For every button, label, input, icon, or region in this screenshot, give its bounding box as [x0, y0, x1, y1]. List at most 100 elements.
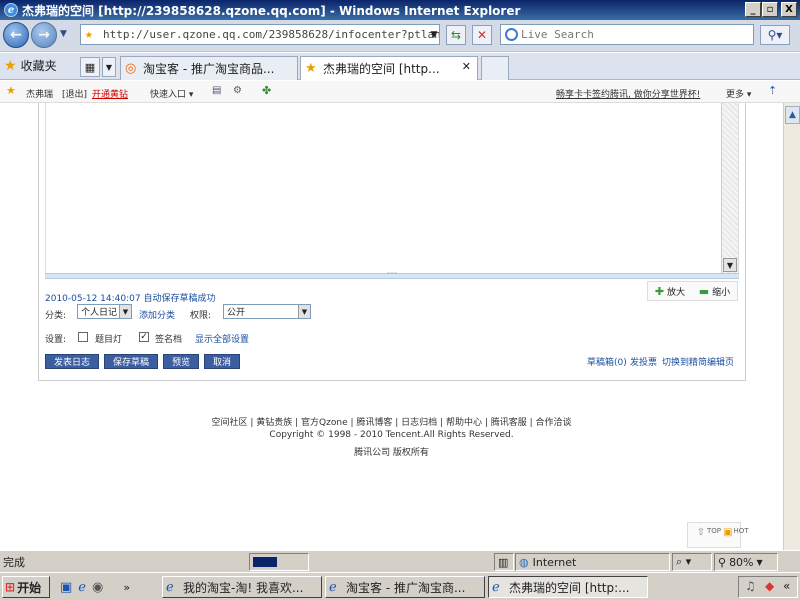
- zoom-in-button[interactable]: ✚ 放大: [655, 285, 685, 298]
- qzone-star-icon: ★: [6, 84, 16, 97]
- footer-links: 空间社区 | 黄钻贵族 | 官方Qzone | 腾讯博客 | 日志归档 | 帮助…: [211, 418, 572, 428]
- notepad-icon[interactable]: ▤: [212, 85, 221, 96]
- signature-checkbox[interactable]: ✓: [139, 332, 149, 342]
- show-all-settings-link[interactable]: 显示全部设置: [195, 332, 249, 345]
- editor-resize-handle[interactable]: ˅˅˅: [45, 273, 739, 280]
- ie-icon: ℯ: [329, 580, 337, 595]
- publish-button[interactable]: 发表日志: [45, 354, 99, 369]
- promo-link[interactable]: 畅享卡卡签约腾讯, 做你分享世界杯!: [556, 87, 700, 100]
- forward-button[interactable]: →: [31, 22, 57, 48]
- back-to-top-widget: ⇧ TOP ▣ HOT: [687, 522, 749, 548]
- maximize-button[interactable]: ▫: [762, 2, 778, 17]
- protected-mode-icon[interactable]: ⌕ ▾: [672, 553, 712, 571]
- scroll-up-button[interactable]: ▲: [785, 106, 800, 124]
- windows-logo-icon: ⊞: [5, 580, 16, 594]
- minimize-button[interactable]: _: [745, 2, 761, 17]
- app-icon[interactable]: ◉: [92, 580, 103, 595]
- volume-icon[interactable]: ♫: [745, 579, 756, 593]
- editor-scrollbar[interactable]: ▼: [721, 103, 738, 273]
- tab-list-button[interactable]: ▼: [102, 57, 116, 77]
- footer-link[interactable]: 黄钻贵族: [256, 418, 292, 428]
- footer-link[interactable]: 空间社区: [211, 418, 247, 428]
- refresh-icon: ⇆: [450, 28, 462, 42]
- qzone-user-name[interactable]: 杰弗瑞: [26, 87, 53, 100]
- save-draft-button[interactable]: 保存草稿: [104, 354, 158, 369]
- vote-link[interactable]: 发投票: [630, 355, 657, 368]
- add-category-link[interactable]: 添加分类: [139, 308, 175, 321]
- clover-icon[interactable]: ✤: [262, 84, 271, 97]
- permission-label: 权限:: [190, 311, 212, 321]
- footer-link[interactable]: 合作洽谈: [536, 418, 572, 428]
- start-button[interactable]: ⊞ 开始: [2, 576, 50, 598]
- title-light-checkbox[interactable]: [78, 332, 88, 342]
- back-button[interactable]: ←: [3, 22, 29, 48]
- start-label: 开始: [17, 580, 42, 595]
- quick-tabs-button[interactable]: ▦: [80, 57, 100, 77]
- zoom-icon: ⚲: [718, 555, 727, 569]
- logout-link[interactable]: [退出]: [62, 87, 87, 100]
- new-tab-button[interactable]: [481, 56, 509, 80]
- search-input[interactable]: Live Search: [500, 24, 754, 45]
- footer-link[interactable]: 腾讯博客: [356, 418, 392, 428]
- open-vip-link[interactable]: 开通黄钻: [92, 87, 128, 100]
- chevron-down-icon: ▼: [119, 305, 131, 318]
- address-input[interactable]: ★ http://user.qzone.qq.com/239858628/inf…: [80, 24, 440, 45]
- hot-label: HOT: [733, 527, 749, 535]
- tabs-toolbar: ★ 收藏夹 ▦ ▼ ◎ 淘宝客 - 推广淘宝商品... ★ 杰弗瑞的空间 [ht…: [0, 53, 800, 80]
- system-tray: ♫ ◆ «: [738, 576, 798, 598]
- tray-app-icon[interactable]: ◆: [765, 579, 774, 593]
- close-tab-icon[interactable]: ✕: [462, 60, 471, 73]
- address-dropdown-icon[interactable]: ▼: [424, 25, 444, 45]
- history-dropdown-icon[interactable]: ▼: [60, 29, 67, 39]
- permission-select[interactable]: 公开 ▼: [223, 304, 311, 319]
- more-dropdown[interactable]: 更多 ▾: [726, 87, 751, 100]
- taskbar-item-qzone[interactable]: ℯ 杰弗瑞的空间 [http:...: [488, 576, 648, 598]
- page-scrollbar[interactable]: ▲: [783, 103, 800, 550]
- editor-zoom-controls: ✚ 放大 ▬ 缩小: [647, 281, 738, 301]
- tab-taobaoke[interactable]: ◎ 淘宝客 - 推广淘宝商品...: [120, 56, 298, 80]
- quick-launch-more[interactable]: »: [123, 581, 130, 594]
- company-text: 腾讯公司 版权所有: [354, 448, 429, 458]
- zoom-in-label: 放大: [666, 287, 685, 298]
- window-title: 杰弗瑞的空间 [http://239858628.qzone.qq.com] -…: [22, 3, 521, 18]
- browser-status-bar: 完成 ▥ ◍ Internet ⌕ ▾ ⚲ 80% ▼: [0, 550, 800, 572]
- ie-icon: ℯ: [166, 580, 174, 595]
- search-button[interactable]: ⚲▾: [760, 25, 790, 45]
- quick-entry-dropdown[interactable]: 快速入口 ▾: [150, 87, 193, 100]
- tab-qzone[interactable]: ★ 杰弗瑞的空间 [http... ✕: [300, 56, 478, 80]
- back-arrow-icon: ←: [10, 27, 22, 43]
- status-text: 完成: [3, 556, 25, 569]
- blog-content-editor[interactable]: [45, 103, 739, 273]
- tray-expand-button[interactable]: «: [783, 579, 790, 593]
- cancel-button[interactable]: 取消: [204, 354, 240, 369]
- taskbar-item-taobao[interactable]: ℯ 我的淘宝-淘! 我喜欢...: [162, 576, 322, 598]
- category-value: 个人日记: [81, 308, 118, 318]
- desktop-icon[interactable]: ▣: [60, 580, 72, 595]
- signature-label: 签名档: [155, 335, 183, 345]
- taskbar-item-taobaoke[interactable]: ℯ 淘宝客 - 推广淘宝商...: [325, 576, 485, 598]
- favorites-label: 收藏夹: [20, 59, 57, 73]
- switch-editor-link[interactable]: 切换到精简编辑页: [662, 355, 734, 368]
- ie-icon[interactable]: ℯ: [78, 580, 86, 595]
- refresh-button[interactable]: ⇆: [446, 25, 466, 45]
- zoom-level-button[interactable]: ⚲ 80% ▼: [714, 553, 778, 571]
- taskbar-label: 杰弗瑞的空间 [http:...: [509, 580, 630, 595]
- footer-link[interactable]: 日志归档: [401, 418, 437, 428]
- footer-link[interactable]: 帮助中心: [446, 418, 482, 428]
- favorites-button[interactable]: ★ 收藏夹: [4, 57, 57, 74]
- pin-top-icon[interactable]: ⇡: [768, 84, 777, 97]
- zone-label: Internet: [532, 555, 577, 569]
- security-icon: ▥: [494, 553, 514, 571]
- editor-scroll-down-button[interactable]: ▼: [723, 258, 737, 272]
- category-select[interactable]: 个人日记 ▼: [77, 304, 132, 319]
- stop-button[interactable]: ✕: [472, 25, 492, 45]
- ie-icon: ℯ: [492, 580, 500, 595]
- draft-box-link[interactable]: 草稿箱(0): [587, 355, 627, 368]
- zoom-out-button[interactable]: ▬ 缩小: [699, 285, 730, 298]
- footer-link[interactable]: 腾讯客服: [491, 418, 527, 428]
- close-window-button[interactable]: X: [781, 2, 797, 17]
- tab-favicon-icon: ◎: [125, 61, 137, 76]
- preview-button[interactable]: 预览: [163, 354, 199, 369]
- footer-link[interactable]: 官方Qzone: [301, 418, 348, 428]
- settings-gear-icon[interactable]: ⚙: [233, 85, 242, 96]
